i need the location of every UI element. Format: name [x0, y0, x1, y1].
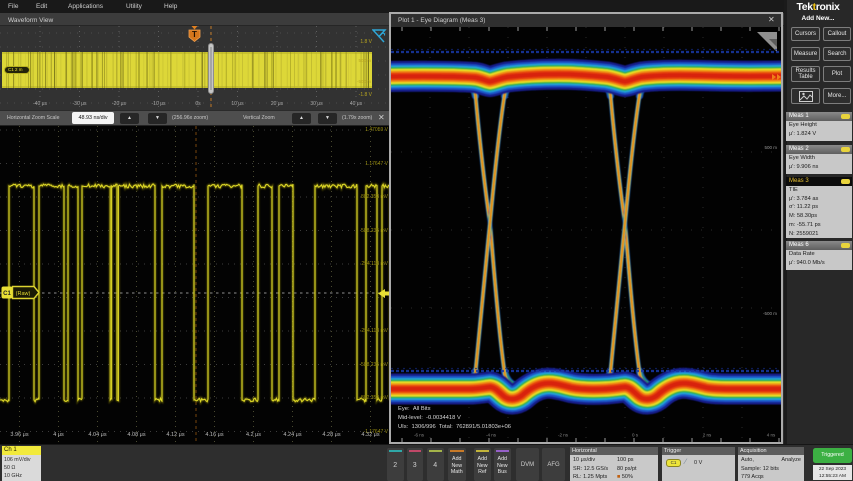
svg-text:-2 ns: -2 ns	[558, 433, 569, 438]
svg-text:-500 m: -500 m	[763, 311, 777, 316]
svg-text:500 m: 500 m	[764, 145, 777, 150]
svg-text:-4 ns: -4 ns	[486, 433, 497, 438]
svg-text:0 s: 0 s	[632, 433, 639, 438]
svg-text:-6 ns: -6 ns	[414, 433, 425, 438]
svg-text:T: T	[192, 30, 197, 39]
svg-text:C1: C1	[3, 291, 11, 297]
svg-text:Mid-level: -0.0034418 V: Mid-level: -0.0034418 V	[398, 415, 461, 421]
svg-text:4 ns: 4 ns	[767, 433, 776, 438]
svg-text:Eye: All Bits: Eye: All Bits	[398, 406, 431, 412]
svg-text:(Raw): (Raw)	[16, 291, 31, 297]
svg-text:UIs: 1306/996 Total: 762891: UIs: 1306/996 Total: 762891/5.01803e+06	[398, 424, 511, 430]
svg-text:2 ns: 2 ns	[703, 433, 712, 438]
